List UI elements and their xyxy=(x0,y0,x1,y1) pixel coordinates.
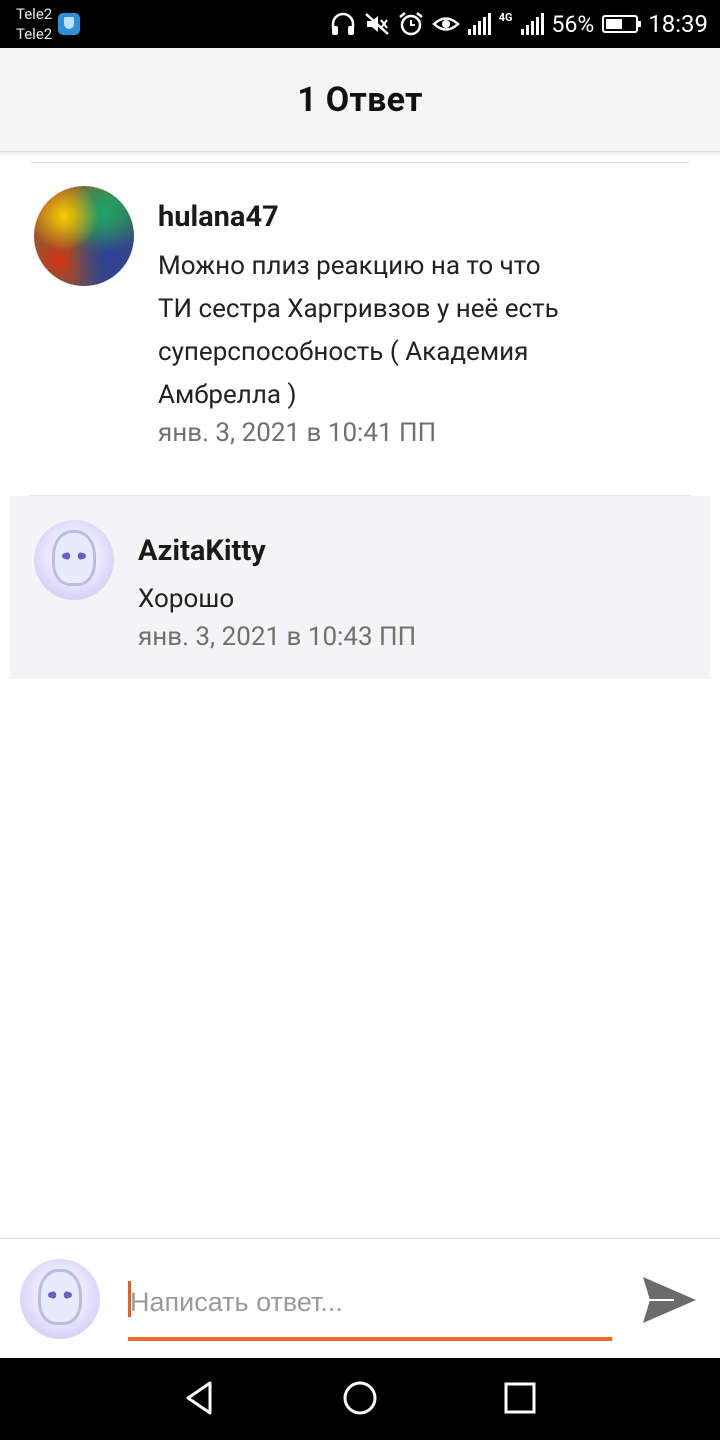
navigation-bar xyxy=(0,1358,720,1440)
reply-input[interactable] xyxy=(128,1279,612,1325)
reply-username[interactable]: AzitaKitty xyxy=(138,534,266,568)
recents-icon[interactable] xyxy=(500,1378,540,1418)
text-caret xyxy=(128,1281,131,1317)
page-title: 1 Ответ xyxy=(297,79,423,120)
alarm-icon xyxy=(398,12,423,36)
comment-username[interactable]: hulana47 xyxy=(158,200,279,234)
reply-text-line: Хорошо xyxy=(138,584,235,614)
headphones-icon xyxy=(331,12,354,35)
battery-icon xyxy=(602,15,642,33)
reply-item: AzitaKitty Хорошо янв. 3, 2021 в 10:43 П… xyxy=(0,496,720,679)
mute-icon xyxy=(364,13,389,35)
comment-item: hulana47 Можно плиз реакцию на то что ТИ… xyxy=(0,162,720,496)
status-bar: Tele2 Tele2 4G 56% 18:39 xyxy=(0,0,720,48)
input-underline xyxy=(128,1337,612,1341)
reply-text: Хорошо xyxy=(138,578,234,621)
comment-text: Можно плиз реакцию на то что ТИ сестра Х… xyxy=(158,245,559,417)
reply-bar xyxy=(0,1238,720,1358)
current-user-avatar xyxy=(20,1259,100,1339)
send-icon[interactable] xyxy=(640,1271,698,1329)
carrier-labels: Tele2 Tele2 xyxy=(16,4,52,44)
carrier-2: Tele2 xyxy=(16,25,53,43)
comment-text-line: Амбрелла ) xyxy=(158,380,297,410)
home-icon[interactable] xyxy=(340,1378,380,1418)
avatar[interactable] xyxy=(34,520,114,600)
clock: 18:39 xyxy=(648,10,708,38)
eye-icon xyxy=(431,17,460,31)
network-type: 4G xyxy=(498,11,513,24)
reply-timestamp: янв. 3, 2021 в 10:43 ПП xyxy=(138,622,417,652)
comment-text-line: суперспособность ( Академия xyxy=(158,337,529,367)
battery-percent: 56% xyxy=(551,10,595,38)
carrier-1: Tele2 xyxy=(16,5,53,23)
signal-icon-2 xyxy=(520,13,544,35)
comment-text-line: ТИ сестра Харгривзов у неё есть xyxy=(158,294,559,324)
avatar[interactable] xyxy=(34,186,134,286)
signal-icon xyxy=(467,13,491,35)
comment-timestamp: янв. 3, 2021 в 10:41 ПП xyxy=(158,418,437,448)
back-icon[interactable] xyxy=(180,1378,220,1418)
header: 1 Ответ xyxy=(0,48,720,152)
status-icons: 4G 56% 18:39 xyxy=(330,0,708,48)
shield-icon xyxy=(58,13,80,35)
comment-text-line: Можно плиз реакцию на то что xyxy=(158,251,541,281)
